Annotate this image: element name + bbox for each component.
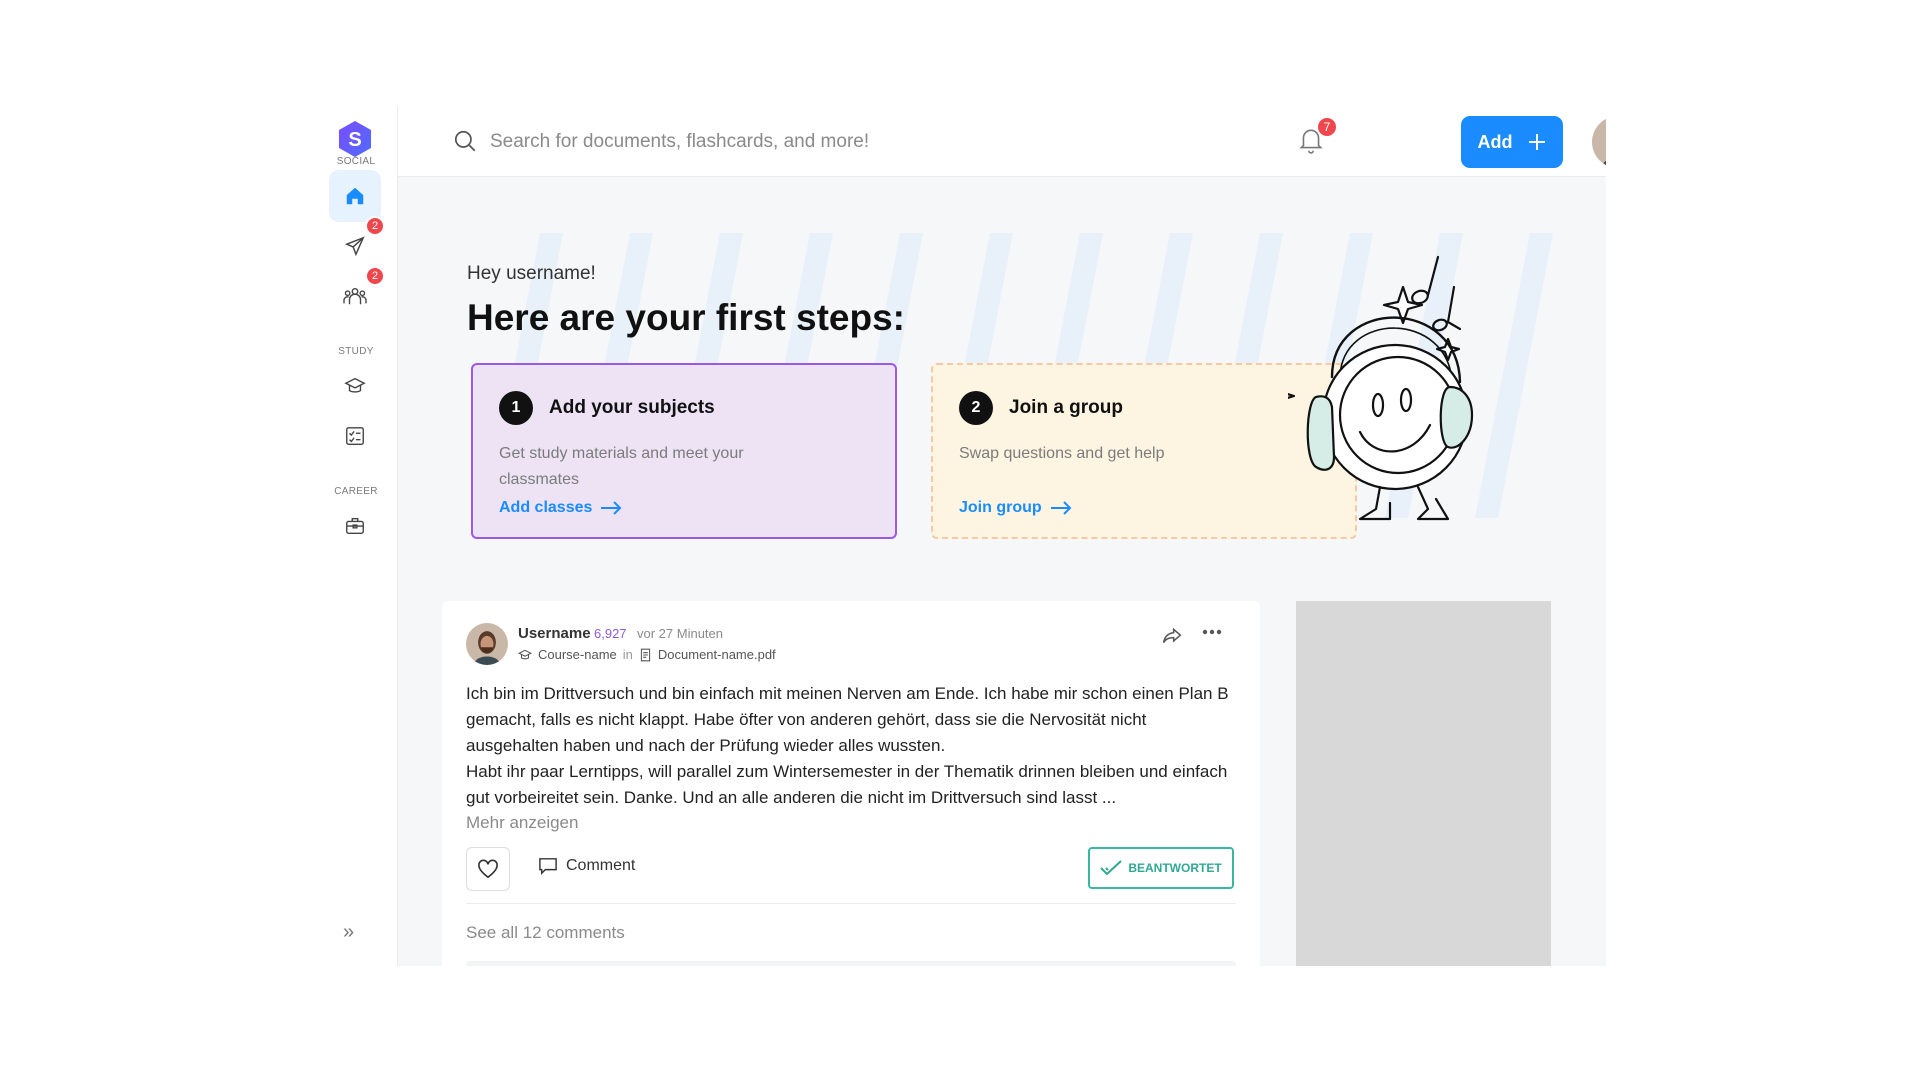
comment-preview-placeholder — [466, 961, 1236, 966]
section-label-career: CAREER — [334, 486, 378, 497]
groups-icon — [343, 287, 367, 305]
like-button[interactable] — [466, 847, 510, 891]
post-timestamp: vor 27 Minuten — [637, 626, 723, 641]
post-divider — [466, 903, 1236, 904]
show-more-link[interactable]: Mehr anzeigen — [466, 813, 578, 833]
search-input[interactable] — [488, 124, 1112, 160]
ad-placeholder — [1296, 601, 1551, 966]
post-document-link[interactable]: Document-name.pdf — [658, 647, 776, 662]
join-group-label: Join group — [959, 499, 1042, 516]
nav-groups[interactable]: 2 — [329, 266, 385, 322]
sidebar: S SOCIAL 2 2 STUDY CAREER » — [315, 106, 398, 966]
see-all-comments-link[interactable]: See all 12 comments — [466, 923, 625, 943]
comment-label: Comment — [566, 857, 636, 874]
step-title: Add your subjects — [549, 397, 715, 418]
post-author-avatar[interactable] — [466, 623, 508, 665]
join-group-link[interactable]: Join group — [959, 499, 1072, 517]
step-card-subjects: 1 Add your subjects Get study materials … — [471, 363, 897, 539]
post-karma: 6,927 — [594, 626, 627, 641]
add-classes-label: Add classes — [499, 499, 593, 516]
add-button-label: Add — [1477, 131, 1513, 152]
step-number: 2 — [959, 391, 993, 425]
notification-badge: 7 — [1316, 116, 1338, 138]
comment-icon — [539, 858, 557, 875]
post-username[interactable]: Username — [518, 625, 591, 642]
checkmark-icon — [1100, 860, 1123, 876]
top-bar: 7 Add — [398, 106, 1606, 177]
expand-sidebar-icon[interactable]: » — [343, 921, 354, 944]
mascot-illustration — [1288, 255, 1474, 521]
hero-title: Here are your first steps: — [467, 297, 906, 338]
briefcase-icon — [346, 517, 364, 535]
messages-badge: 2 — [365, 216, 385, 236]
nav-courses[interactable] — [329, 360, 381, 412]
share-icon[interactable] — [1162, 627, 1182, 645]
groups-badge: 2 — [365, 266, 385, 286]
nav-career[interactable] — [329, 500, 381, 552]
post-in-label: in — [622, 647, 633, 662]
post-context: Course-name in Document-name.pdf — [518, 647, 776, 662]
plus-icon — [1528, 134, 1545, 150]
step-description: Get study materials and meet your classm… — [499, 445, 744, 488]
heart-icon — [478, 859, 498, 879]
greeting-text: Hey username! — [467, 263, 596, 284]
nav-flashcards[interactable] — [329, 410, 381, 462]
add-classes-link[interactable]: Add classes — [499, 499, 622, 517]
arrow-right-icon — [601, 501, 622, 515]
app-logo[interactable]: S — [337, 120, 373, 158]
document-icon — [640, 648, 650, 661]
graduation-cap-icon — [518, 649, 532, 659]
send-icon — [344, 236, 365, 257]
post-course-link[interactable]: Course-name — [538, 647, 617, 662]
section-label-study: STUDY — [338, 346, 374, 357]
graduation-cap-icon — [344, 377, 366, 393]
main-content: Hey username! Here are your first steps:… — [398, 177, 1606, 966]
comment-button[interactable]: Comment — [538, 857, 635, 875]
home-icon — [346, 187, 364, 205]
checklist-icon — [346, 427, 364, 445]
svg-text:S: S — [348, 129, 361, 151]
nav-home[interactable] — [329, 170, 381, 222]
answered-button[interactable]: BEANTWORTET — [1088, 847, 1234, 889]
search-icon — [454, 130, 476, 152]
more-options-icon[interactable] — [1202, 627, 1222, 637]
nav-messages[interactable]: 2 — [329, 216, 385, 272]
arrow-right-icon — [1050, 501, 1072, 515]
step-description: Swap questions and get help — [959, 445, 1165, 462]
section-label-social: SOCIAL — [336, 156, 376, 167]
app-window: S SOCIAL 2 2 STUDY CAREER » Search for d… — [315, 106, 1606, 966]
user-avatar[interactable] — [1592, 116, 1606, 168]
step-title: Join a group — [1009, 397, 1123, 418]
feed-post: Username 6,927 vor 27 Minuten Course-nam… — [442, 601, 1260, 966]
post-paragraph: Ich bin im Drittversuch und bin einfach … — [466, 684, 1229, 755]
answered-label: BEANTWORTET — [1128, 861, 1222, 875]
post-body: Ich bin im Drittversuch und bin einfach … — [466, 681, 1236, 811]
step-number: 1 — [499, 391, 533, 425]
add-button[interactable]: Add — [1461, 116, 1563, 168]
post-paragraph: Habt ihr paar Lerntipps, will parallel z… — [466, 762, 1228, 807]
